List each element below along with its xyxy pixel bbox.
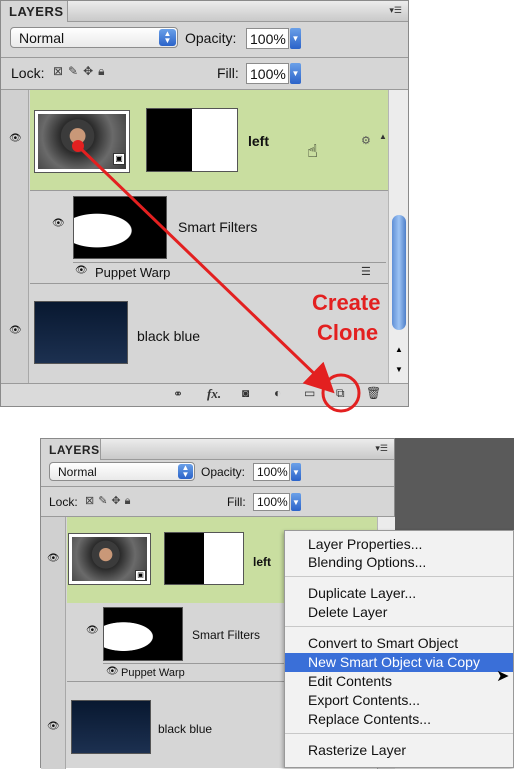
eye-icon[interactable]: 👁︎ xyxy=(47,553,60,564)
smart-filter-mask-thumbnail[interactable] xyxy=(103,607,183,661)
blend-mode-value: Normal xyxy=(58,464,97,479)
annotation-overlay xyxy=(72,140,361,413)
layer-mask-thumbnail[interactable] xyxy=(164,532,244,585)
annotation-circle xyxy=(321,373,361,413)
layer-thumbnail-black-blue[interactable] xyxy=(71,700,151,754)
eye-icon[interactable]: 👁︎ xyxy=(106,666,119,677)
menu-item-export-contents[interactable]: Export Contents... xyxy=(285,691,513,710)
menu-item-edit-contents[interactable]: Edit Contents xyxy=(285,672,513,691)
panel-titlebar: LAYERS ▾☰ xyxy=(41,439,394,460)
fill-label: Fill: xyxy=(227,495,246,509)
blend-mode-select[interactable]: Normal ▲ ▼ xyxy=(49,462,195,481)
menu-item-layer-properties[interactable]: Layer Properties... xyxy=(285,535,513,554)
menu-item-convert-to-smart-object[interactable]: Convert to Smart Object xyxy=(285,634,513,653)
arrow-cursor-icon: ➤ xyxy=(496,668,510,685)
smart-filters-label: Smart Filters xyxy=(192,628,261,642)
annotation-arrow xyxy=(76,144,335,394)
menu-item-new-smart-object-via-copy[interactable]: New Smart Object via Copy xyxy=(285,653,513,672)
lock-icons[interactable]: ⊠✎✥🔒︎ xyxy=(85,494,135,508)
smart-object-badge-icon: ▣ xyxy=(135,570,146,581)
eye-icon[interactable]: 👁︎ xyxy=(86,625,99,636)
annotation-text-line1: Create xyxy=(312,290,381,315)
eye-icon[interactable]: 👁︎ xyxy=(47,721,60,732)
annotation-text-line2: Clone xyxy=(317,320,379,345)
fill-dropdown-icon[interactable]: ▼ xyxy=(291,493,301,511)
opacity-label: Opacity: xyxy=(201,465,246,479)
panel-menu-icon[interactable]: ▾☰ xyxy=(375,443,388,454)
menu-separator xyxy=(285,733,513,734)
layers-tab[interactable]: LAYERS xyxy=(41,439,101,460)
puppet-warp-label[interactable]: Puppet Warp xyxy=(121,667,185,679)
layer-name-left[interactable]: left xyxy=(253,555,271,569)
menu-separator xyxy=(285,626,513,627)
menu-item-replace-contents[interactable]: Replace Contents... xyxy=(285,710,513,729)
lock-label: Lock: xyxy=(49,495,78,509)
menu-item-duplicate-layer[interactable]: Duplicate Layer... xyxy=(285,584,513,603)
menu-item-rasterize-layer[interactable]: Rasterize Layer xyxy=(285,741,513,760)
menu-item-delete-layer[interactable]: Delete Layer xyxy=(285,603,513,622)
menu-item-blending-options[interactable]: Blending Options... xyxy=(285,553,513,572)
opacity-dropdown-icon[interactable]: ▼ xyxy=(291,463,301,481)
divider xyxy=(41,486,394,487)
menu-separator xyxy=(285,576,513,577)
opacity-input[interactable]: 100% xyxy=(253,463,290,481)
layer-context-menu: Layer Properties... Blending Options... … xyxy=(284,530,514,768)
layer-name-black-blue[interactable]: black blue xyxy=(158,722,212,736)
fill-input[interactable]: 100% xyxy=(253,493,290,511)
select-arrows-icon: ▲ ▼ xyxy=(178,464,193,479)
